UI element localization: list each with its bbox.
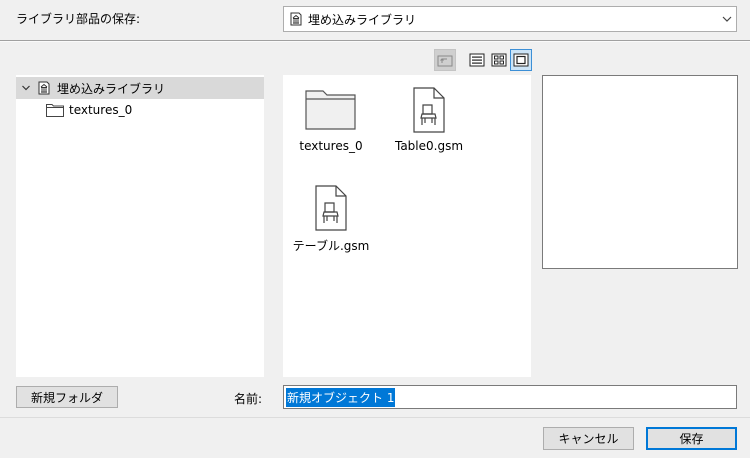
location-dropdown[interactable]: 埋め込みライブラリ	[283, 6, 737, 32]
tree-item-embedded-library[interactable]: 埋め込みライブラリ	[16, 77, 264, 99]
file-item-table0[interactable]: Table0.gsm	[381, 87, 477, 153]
new-folder-button[interactable]: 新規フォルダ	[16, 386, 118, 408]
library-icon	[38, 81, 50, 95]
name-label: 名前:	[234, 392, 263, 406]
cancel-button[interactable]: キャンセル	[543, 427, 634, 450]
chevron-down-icon[interactable]	[718, 7, 736, 31]
list-view-button[interactable]	[466, 49, 488, 71]
file-item-label: テーブル.gsm	[292, 239, 370, 253]
folder-icon	[46, 104, 64, 117]
file-item-label: textures_0	[299, 139, 363, 153]
location-value: 埋め込みライブラリ	[308, 12, 417, 27]
divider	[0, 417, 750, 418]
save-button[interactable]: 保存	[646, 427, 737, 450]
tree-item-textures[interactable]: textures_0	[46, 100, 132, 120]
folder-up-button[interactable]	[434, 49, 456, 71]
chair-file-icon	[315, 185, 347, 231]
list-view-icon	[469, 53, 485, 67]
folder-up-icon	[437, 55, 453, 67]
folder-icon	[305, 90, 356, 130]
grid-view-icon	[491, 53, 507, 67]
file-list[interactable]: textures_0 Table0.gsm テーブル.gsm	[283, 75, 531, 377]
chair-file-icon	[413, 87, 445, 133]
folder-tree[interactable]: 埋め込みライブラリ textures_0	[16, 75, 264, 377]
divider	[0, 41, 750, 42]
tree-item-label: 埋め込みライブラリ	[57, 81, 166, 96]
file-item-textures[interactable]: textures_0	[283, 87, 379, 153]
file-item-table-jp[interactable]: テーブル.gsm	[283, 185, 379, 254]
name-input-value: 新規オブジェクト 1	[286, 387, 396, 407]
icon-view-button[interactable]	[488, 49, 510, 71]
file-item-label: Table0.gsm	[394, 139, 464, 153]
tree-item-label: textures_0	[69, 103, 133, 117]
preview-view-icon	[513, 53, 529, 67]
save-location-label: ライブラリ部品の保存:	[16, 12, 141, 26]
name-input[interactable]: 新規オブジェクト 1	[283, 385, 737, 409]
chevron-down-icon[interactable]	[21, 83, 31, 93]
library-icon	[290, 12, 302, 26]
preview-view-button[interactable]	[510, 49, 532, 71]
preview-pane	[542, 75, 738, 269]
